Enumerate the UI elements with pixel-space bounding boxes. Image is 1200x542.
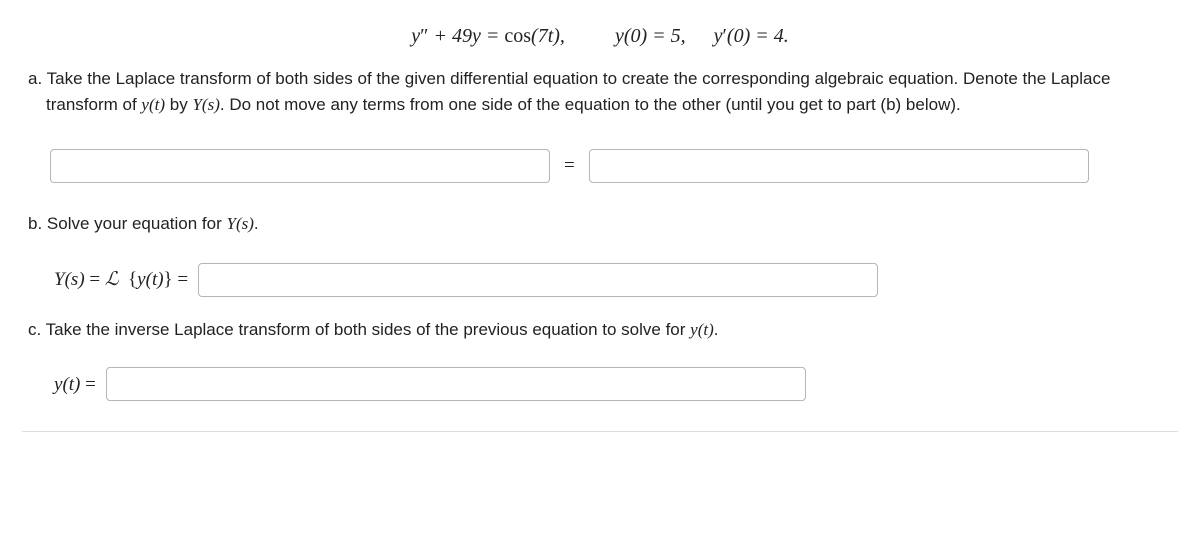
problem-container: y″ + 49y = cos(7t), y(0) = 5, y′(0) = 4.… <box>0 0 1200 447</box>
part-c-answer-row: y(t) = <box>54 367 1178 401</box>
part-a-yt: y(t) <box>141 95 165 114</box>
bottom-divider <box>22 431 1178 432</box>
part-a: a. Take the Laplace transform of both si… <box>22 66 1178 183</box>
part-a-lhs-input[interactable] <box>50 149 550 183</box>
eq-ic1: y(0) = 5, <box>615 25 686 47</box>
part-c-input[interactable] <box>106 367 806 401</box>
part-c: c. Take the inverse Laplace transform of… <box>22 317 1178 401</box>
part-a-rhs-input[interactable] <box>589 149 1089 183</box>
part-a-label: a. <box>28 69 42 88</box>
part-a-Ys: Y(s) <box>192 95 219 114</box>
part-b-prefix: Y(s) = ℒ {y(t)} = <box>54 265 188 294</box>
part-c-period: . <box>714 320 719 339</box>
part-b-input[interactable] <box>198 263 878 297</box>
part-b-answer-row: Y(s) = ℒ {y(t)} = <box>54 263 1178 297</box>
differential-equation: y″ + 49y = cos(7t), y(0) = 5, y′(0) = 4. <box>22 25 1178 48</box>
part-c-yt: y(t) <box>690 320 714 339</box>
part-c-text: Take the inverse Laplace transform of bo… <box>46 320 690 339</box>
part-b-label: b. <box>28 214 42 233</box>
part-b-period: . <box>254 214 259 233</box>
part-a-equals: = <box>564 151 575 180</box>
part-c-label: c. <box>28 320 41 339</box>
part-a-text-3: . Do not move any terms from one side of… <box>220 95 961 114</box>
part-a-text-2: by <box>165 95 192 114</box>
part-b-Ys: Y(s) <box>226 214 253 233</box>
eq-lhs: y″ + 49y = cos(7t), <box>411 25 565 47</box>
part-b: b. Solve your equation for Y(s). Y(s) = … <box>22 211 1178 297</box>
part-a-input-row: = <box>50 149 1178 183</box>
eq-ic2: y′(0) = 4. <box>714 25 789 47</box>
part-c-prefix: y(t) = <box>54 370 96 399</box>
part-b-text: Solve your equation for <box>47 214 227 233</box>
